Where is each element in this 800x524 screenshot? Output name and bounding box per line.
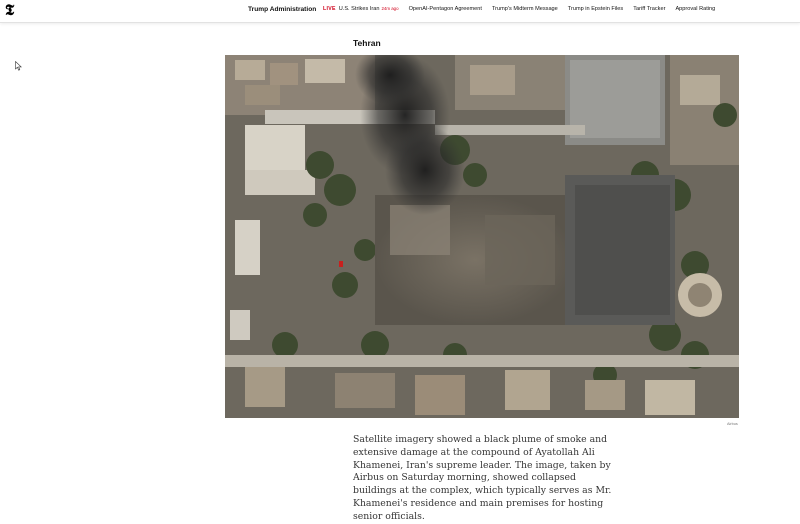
top-nav-bar: 𝕿 Trump Administration LIVE U.S. Strikes … bbox=[0, 0, 800, 23]
image-caption-paragraph: Satellite imagery showed a black plume o… bbox=[353, 434, 612, 522]
section-title[interactable]: Trump Administration bbox=[248, 6, 316, 13]
photo-credit: Airbus bbox=[727, 422, 738, 426]
image-title: Tehran bbox=[353, 38, 381, 48]
satellite-image-art bbox=[225, 55, 739, 418]
live-badge: LIVE bbox=[323, 6, 336, 12]
live-story-label: U.S. Strikes Iran bbox=[338, 6, 380, 12]
nav-links: LIVE U.S. Strikes Iran 24m ago OpenAI-Pent… bbox=[323, 6, 725, 12]
nyt-logo[interactable]: 𝕿 bbox=[5, 3, 17, 18]
satellite-image bbox=[225, 55, 739, 418]
nav-link-tariff-tracker[interactable]: Tariff Tracker bbox=[633, 6, 665, 12]
mouse-cursor-icon bbox=[15, 61, 22, 71]
nav-link-live[interactable]: LIVE U.S. Strikes Iran 24m ago bbox=[323, 6, 399, 12]
nav-link-midterm-message[interactable]: Trump's Midterm Message bbox=[492, 6, 558, 12]
nav-link-openai-pentagon[interactable]: OpenAI-Pentagon Agreement bbox=[409, 6, 482, 12]
nav-link-epstein-files[interactable]: Trump in Epstein Files bbox=[568, 6, 623, 12]
nav-link-approval-rating[interactable]: Approval Rating bbox=[675, 6, 715, 12]
live-timestamp: 24m ago bbox=[381, 6, 399, 11]
